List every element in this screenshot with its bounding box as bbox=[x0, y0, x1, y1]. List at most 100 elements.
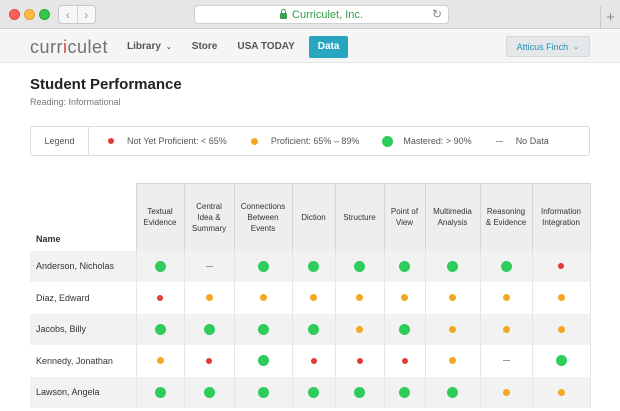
score-cell[interactable] bbox=[183, 313, 234, 345]
minimize-window-icon[interactable] bbox=[24, 9, 35, 20]
score-cell[interactable] bbox=[334, 282, 384, 314]
column-header-line: Multimedia bbox=[433, 207, 472, 217]
score-cell[interactable] bbox=[424, 313, 480, 345]
zoom-window-icon[interactable] bbox=[39, 9, 50, 20]
score-cell[interactable] bbox=[531, 376, 591, 408]
menu-library[interactable]: Library ⌄ bbox=[117, 36, 182, 58]
score-cell[interactable] bbox=[233, 345, 292, 377]
student-name[interactable]: Diaz, Edward bbox=[30, 282, 136, 314]
score-cell[interactable] bbox=[479, 313, 532, 345]
score-cell[interactable] bbox=[531, 250, 591, 282]
logo-text-end: culet bbox=[67, 37, 109, 57]
score-cell[interactable] bbox=[479, 376, 532, 408]
score-cell[interactable] bbox=[291, 250, 335, 282]
menu-usa-today[interactable]: USA TODAY bbox=[227, 36, 304, 58]
legend-item-proficient: Proficient: 65% – 89% bbox=[249, 136, 360, 146]
green-dot-icon bbox=[308, 260, 319, 272]
address-bar[interactable]: Curriculet, Inc. ↻ bbox=[194, 5, 449, 24]
column-header[interactable]: Structure bbox=[334, 183, 384, 251]
column-header[interactable]: Reasoning & Evidence bbox=[479, 183, 532, 251]
score-cell[interactable] bbox=[135, 345, 184, 377]
score-cell[interactable] bbox=[531, 282, 591, 314]
score-cell[interactable] bbox=[424, 345, 480, 377]
column-header[interactable]: Multimedia Analysis bbox=[424, 183, 480, 251]
green-dot-icon bbox=[203, 323, 215, 335]
reload-icon[interactable]: ↻ bbox=[432, 7, 442, 21]
table-body: Anderson, Nicholas Diaz, Edward Jacobs, Bi… bbox=[30, 250, 591, 408]
score-cell[interactable] bbox=[383, 345, 425, 377]
score-cell[interactable] bbox=[183, 282, 234, 314]
score-cell[interactable] bbox=[291, 313, 335, 345]
score-cell[interactable] bbox=[183, 376, 234, 408]
yellow-dot-icon bbox=[156, 357, 164, 365]
green-dot-icon bbox=[354, 386, 365, 398]
student-name[interactable]: Lawson, Angela bbox=[30, 376, 136, 408]
history-buttons: ‹ › bbox=[58, 5, 96, 24]
column-header[interactable]: Diction bbox=[291, 183, 335, 251]
column-header-line: Analysis bbox=[437, 218, 468, 228]
score-cell[interactable] bbox=[291, 282, 335, 314]
score-cell[interactable] bbox=[424, 250, 480, 282]
score-cell[interactable] bbox=[233, 376, 292, 408]
score-cell[interactable] bbox=[135, 313, 184, 345]
red-dot-icon bbox=[157, 294, 163, 301]
score-cell[interactable] bbox=[233, 313, 292, 345]
score-cell[interactable] bbox=[135, 376, 184, 408]
score-cell[interactable] bbox=[135, 282, 184, 314]
yellow-dot-icon bbox=[449, 357, 456, 365]
score-cell[interactable] bbox=[183, 250, 234, 282]
new-tab-icon[interactable]: + bbox=[600, 6, 620, 28]
yellow-dot-icon bbox=[502, 325, 510, 333]
student-name[interactable]: Jacobs, Billy bbox=[30, 313, 136, 345]
score-cell[interactable] bbox=[291, 376, 335, 408]
menu-data[interactable]: Data bbox=[308, 35, 349, 58]
user-menu-button[interactable]: Atticus Finch ⌄ bbox=[505, 36, 590, 57]
column-header[interactable]: Textual Evidence bbox=[135, 183, 184, 251]
score-cell[interactable] bbox=[183, 345, 234, 377]
score-cell[interactable] bbox=[233, 250, 292, 282]
score-cell[interactable] bbox=[334, 250, 384, 282]
score-cell[interactable] bbox=[383, 250, 425, 282]
score-cell[interactable] bbox=[383, 313, 425, 345]
score-cell[interactable] bbox=[531, 345, 591, 377]
score-cell[interactable] bbox=[233, 282, 292, 314]
score-cell[interactable] bbox=[135, 250, 184, 282]
chevron-down-icon: ⌄ bbox=[165, 43, 172, 51]
score-cell[interactable] bbox=[291, 345, 335, 377]
menu-store[interactable]: Store bbox=[182, 36, 228, 58]
score-cell[interactable] bbox=[334, 376, 384, 408]
column-header-line: Between bbox=[247, 212, 279, 222]
table-row: Kennedy, Jonathan bbox=[30, 345, 591, 377]
table-row: Diaz, Edward bbox=[30, 282, 591, 314]
student-name[interactable]: Anderson, Nicholas bbox=[30, 250, 136, 282]
student-name[interactable]: Kennedy, Jonathan bbox=[30, 345, 136, 377]
score-cell[interactable] bbox=[531, 313, 591, 345]
legend-label: Proficient: 65% – 89% bbox=[270, 136, 360, 146]
score-cell[interactable] bbox=[334, 345, 384, 377]
chevron-down-icon: ⌄ bbox=[573, 43, 579, 51]
column-header-line: Summary bbox=[191, 223, 227, 233]
column-header[interactable]: Point of View bbox=[383, 183, 425, 251]
score-cell[interactable] bbox=[479, 282, 532, 314]
app-header: curriculet Library ⌄ Store USA TODAY Data… bbox=[0, 30, 620, 63]
legend-item-not-proficient: Not Yet Proficient: < 65% bbox=[105, 136, 227, 146]
green-dot-icon bbox=[203, 386, 215, 398]
browser-titlebar: ‹ › Curriculet, Inc. ↻ + bbox=[0, 0, 620, 29]
curriculet-logo[interactable]: curriculet bbox=[30, 37, 108, 58]
column-header[interactable]: Information Integration bbox=[531, 183, 591, 251]
score-cell[interactable] bbox=[334, 313, 384, 345]
column-header[interactable]: Connections Between Events bbox=[233, 183, 292, 251]
score-cell[interactable] bbox=[424, 376, 480, 408]
forward-icon[interactable]: › bbox=[76, 6, 96, 23]
column-header[interactable]: Central Idea & Summary bbox=[183, 183, 234, 251]
red-dot-icon bbox=[108, 138, 114, 144]
close-window-icon[interactable] bbox=[9, 9, 20, 20]
back-icon[interactable]: ‹ bbox=[59, 6, 77, 23]
score-cell[interactable] bbox=[383, 376, 425, 408]
dash-icon bbox=[502, 360, 510, 362]
score-cell[interactable] bbox=[479, 345, 532, 377]
score-cell[interactable] bbox=[479, 250, 532, 282]
column-header-name[interactable]: Name bbox=[30, 183, 136, 251]
score-cell[interactable] bbox=[424, 282, 480, 314]
score-cell[interactable] bbox=[383, 282, 425, 314]
